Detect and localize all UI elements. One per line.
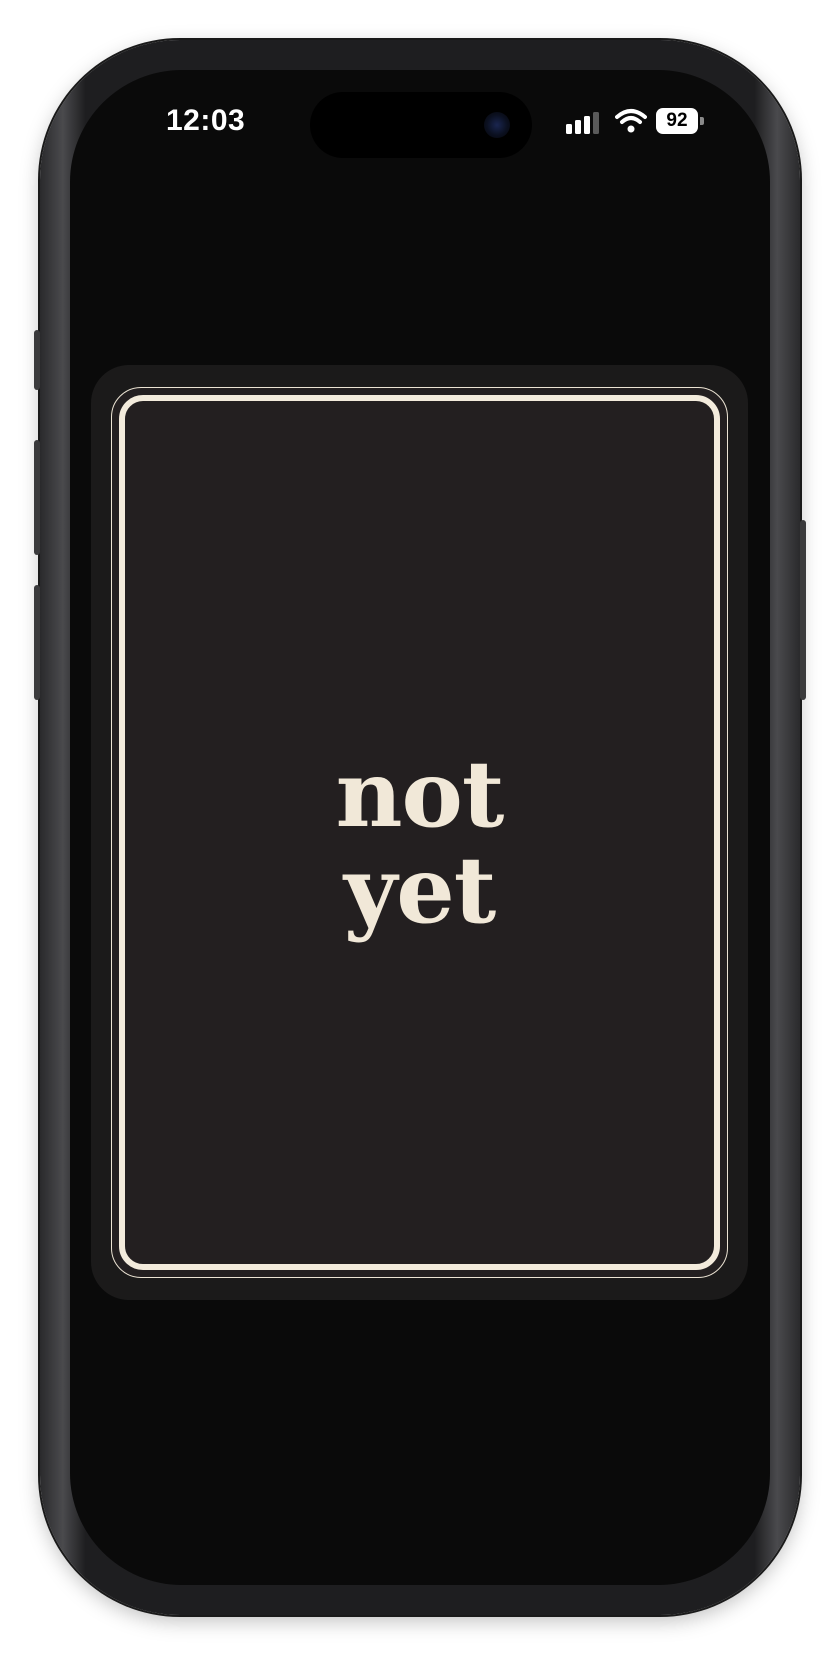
volume-down-button — [34, 585, 40, 700]
battery-icon: 92 — [656, 108, 704, 134]
dynamic-island — [310, 92, 532, 158]
widget-text-line-2: yet — [343, 836, 497, 944]
phone-screen: 12:03 92 not yet — [70, 70, 770, 1585]
power-button — [800, 520, 806, 700]
volume-up-button — [34, 440, 40, 555]
status-bar: 12:03 92 — [70, 70, 770, 180]
battery-level: 92 — [656, 108, 698, 134]
battery-tip — [700, 117, 704, 125]
widget-container[interactable]: not yet — [91, 365, 748, 1300]
signal-icon — [566, 112, 599, 134]
wifi-icon — [615, 109, 647, 133]
action-button — [34, 330, 40, 390]
widget-text-line-1: not — [335, 740, 505, 848]
front-camera-icon — [484, 112, 510, 138]
widget-card[interactable]: not yet — [111, 387, 728, 1278]
status-time: 12:03 — [166, 104, 246, 137]
widget-text: not yet — [112, 746, 727, 938]
